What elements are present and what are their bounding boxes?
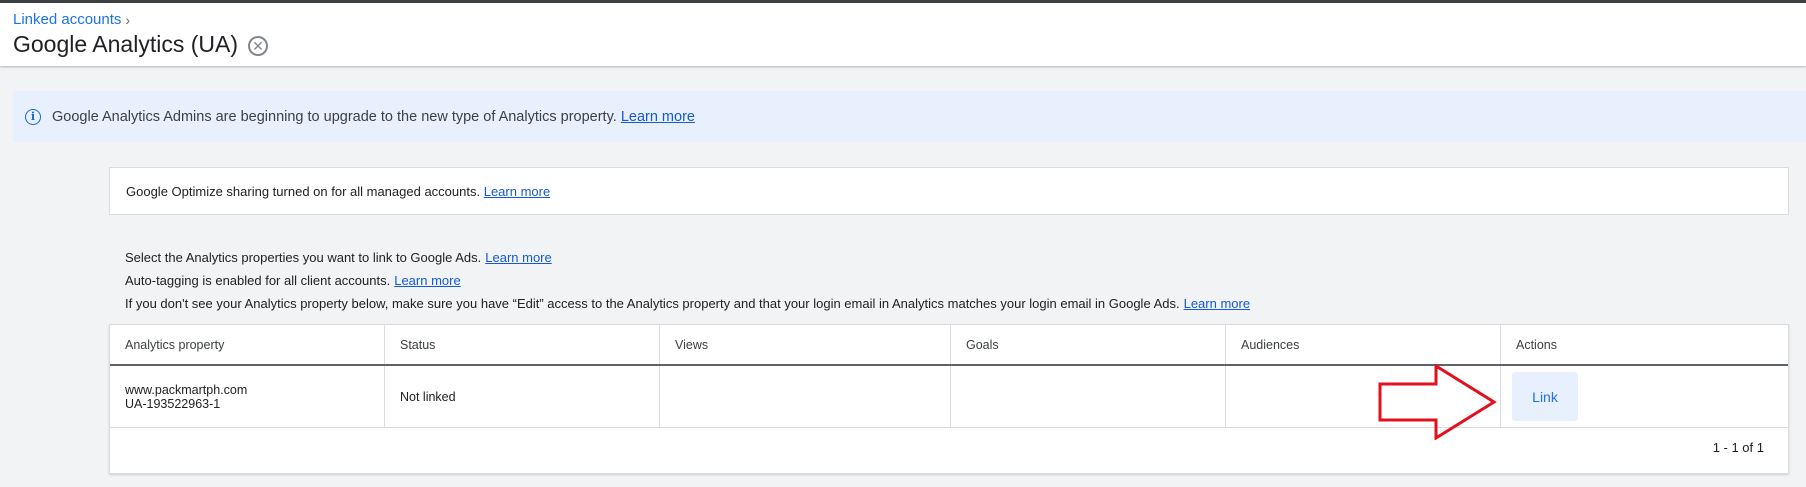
property-id: UA-193522963-1 bbox=[125, 396, 221, 411]
column-header-views[interactable]: Views bbox=[660, 325, 951, 364]
column-header-audiences[interactable]: Audiences bbox=[1226, 325, 1501, 364]
description-text: If you don't see your Analytics property… bbox=[125, 296, 1180, 311]
close-circle-icon[interactable]: ✕ bbox=[247, 35, 268, 56]
header-bar: Linked accounts › Google Analytics (UA) … bbox=[0, 0, 1806, 66]
banner-text: Google Analytics Admins are beginning to… bbox=[52, 108, 617, 125]
property-cell: www.packmartph.com UA-193522963-1 bbox=[110, 366, 385, 427]
description-learn-more-link[interactable]: Learn more bbox=[485, 250, 551, 265]
optimize-learn-more-link[interactable]: Learn more bbox=[484, 184, 550, 199]
breadcrumb: Linked accounts › bbox=[13, 11, 130, 28]
column-header-goals[interactable]: Goals bbox=[951, 325, 1226, 364]
info-icon: i bbox=[25, 108, 41, 125]
banner-learn-more-link[interactable]: Learn more bbox=[621, 109, 695, 125]
analytics-properties-table: Analytics property Status Views Goals Au… bbox=[109, 324, 1789, 474]
link-button[interactable]: Link bbox=[1512, 372, 1578, 421]
description-learn-more-link[interactable]: Learn more bbox=[1184, 296, 1250, 311]
description-line-1: Select the Analytics properties you want… bbox=[125, 250, 552, 265]
page-title: Google Analytics (UA) bbox=[13, 31, 238, 57]
info-banner: i Google Analytics Admins are beginning … bbox=[13, 91, 1806, 142]
red-arrow-annotation bbox=[1378, 364, 1497, 440]
description-learn-more-link[interactable]: Learn more bbox=[394, 273, 460, 288]
property-name: www.packmartph.com bbox=[125, 382, 248, 397]
column-header-analytics-property[interactable]: Analytics property bbox=[110, 325, 385, 364]
page-title-row: Google Analytics (UA) ✕ bbox=[13, 31, 268, 58]
chevron-right-icon: › bbox=[125, 11, 131, 28]
optimize-text: Google Optimize sharing turned on for al… bbox=[126, 183, 481, 199]
table-header-row: Analytics property Status Views Goals Au… bbox=[110, 325, 1788, 366]
optimize-sharing-notice: Google Optimize sharing turned on for al… bbox=[109, 167, 1789, 215]
description-line-2: Auto-tagging is enabled for all client a… bbox=[125, 273, 461, 288]
column-header-status[interactable]: Status bbox=[385, 325, 660, 364]
description-line-3: If you don't see your Analytics property… bbox=[125, 296, 1250, 311]
column-header-actions: Actions bbox=[1516, 337, 1557, 352]
status-cell: Not linked bbox=[385, 366, 660, 427]
pagination-label: 1 - 1 of 1 bbox=[1712, 440, 1764, 455]
actions-cell: Link bbox=[1501, 366, 1788, 427]
breadcrumb-linked-accounts[interactable]: Linked accounts bbox=[13, 11, 121, 28]
goals-cell bbox=[951, 366, 1226, 427]
description-text: Auto-tagging is enabled for all client a… bbox=[125, 273, 391, 288]
views-cell bbox=[660, 366, 951, 427]
table-row: www.packmartph.com UA-193522963-1 Not li… bbox=[110, 366, 1788, 428]
description-text: Select the Analytics properties you want… bbox=[125, 250, 482, 265]
